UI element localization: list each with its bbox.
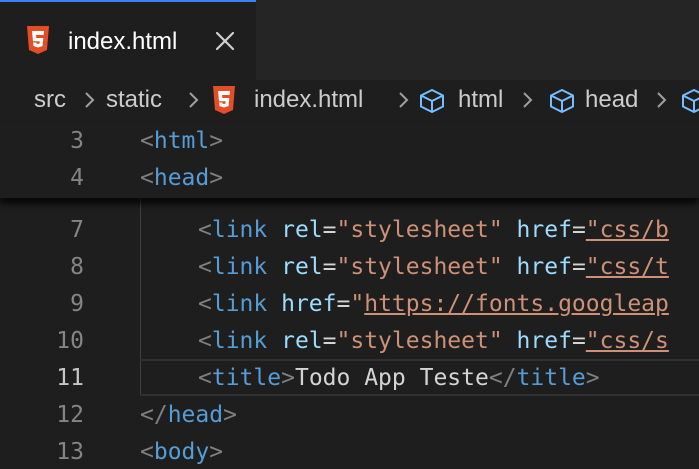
tag-bracket: < — [198, 254, 212, 280]
tag-bracket: </ — [488, 365, 517, 391]
tab-label: index.html — [68, 28, 178, 55]
tag-bracket: > — [585, 365, 600, 391]
tag-bracket: < — [198, 328, 212, 354]
tag-bracket: < — [140, 439, 154, 465]
html5-icon — [213, 86, 235, 114]
line-content: <link href="https://fonts.googleap — [198, 291, 669, 317]
line-content: <link rel="stylesheet" href="css/t — [198, 254, 669, 280]
link-url[interactable]: https://fonts.googleap — [364, 291, 669, 317]
chevron-right-icon — [189, 92, 199, 108]
line-number: 11 — [56, 365, 84, 391]
chevron-right-icon — [399, 92, 409, 108]
tag-bracket: > — [223, 402, 237, 428]
line-number: 3 — [70, 128, 84, 154]
tag-bracket: > — [209, 165, 224, 191]
line-content: <html> — [140, 126, 223, 156]
line-content: <title>Todo App Teste</title> — [198, 363, 600, 393]
breadcrumb-item-index-html[interactable]: index.html — [254, 86, 363, 114]
tag-bracket: > — [209, 439, 224, 465]
tag-bracket: > — [209, 128, 224, 154]
tag-name: link — [211, 217, 268, 243]
attr-value: " — [350, 291, 365, 317]
attr-name: rel — [281, 217, 323, 243]
tag-bracket: > — [281, 365, 295, 391]
code-line[interactable]: 10 <link rel="stylesheet" href="css/s — [0, 322, 699, 359]
line-content: <link rel="stylesheet" href="css/s — [198, 328, 669, 354]
line-number: 13 — [56, 439, 84, 465]
code-line[interactable]: 12 </head> — [0, 396, 699, 433]
tag-bracket: < — [198, 217, 212, 243]
tag-name: link — [211, 328, 268, 354]
attr-name: rel — [281, 328, 323, 354]
code-line-current[interactable]: 11 <title>Todo App Teste</title> — [0, 359, 699, 396]
tag-bracket: < — [140, 165, 154, 191]
tag-bracket: < — [198, 291, 212, 317]
close-icon[interactable] — [214, 30, 236, 52]
tag-name: head — [167, 402, 224, 428]
attr-value: "stylesheet" — [336, 328, 503, 354]
tag-name: link — [211, 254, 268, 280]
attr-value: "css/s — [585, 328, 669, 354]
attr-value: "css/t — [585, 254, 669, 280]
attr-value: "stylesheet" — [336, 254, 503, 280]
code-line[interactable]: 4 <head> — [0, 159, 699, 196]
editor-window: index.html src static index.html html he… — [0, 0, 699, 469]
code-line[interactable]: 9 <link href="https://fonts.googleap — [0, 285, 699, 322]
attr-name: rel — [281, 254, 323, 280]
tag-name: title — [211, 365, 282, 391]
cube-icon — [550, 89, 574, 113]
attr-name: href — [281, 291, 337, 317]
attr-value: "stylesheet" — [336, 217, 503, 243]
cube-icon — [682, 89, 699, 113]
tag-name: body — [153, 439, 210, 465]
code-line[interactable]: 13 <body> — [0, 433, 699, 469]
html5-icon — [27, 26, 49, 54]
chevron-right-icon — [85, 92, 95, 108]
line-content: <body> — [140, 437, 223, 467]
breadcrumb-item-src[interactable]: src — [34, 86, 66, 114]
attr-name: href — [516, 254, 572, 280]
tag-bracket: </ — [140, 402, 168, 428]
code-line[interactable]: 8 <link rel="stylesheet" href="css/t — [0, 248, 699, 285]
chevron-right-icon — [523, 92, 533, 108]
breadcrumb-item-head[interactable]: head — [585, 86, 638, 114]
code-editor[interactable]: 3 <html> 4 <head> 7 <link rel="styleshee… — [0, 122, 699, 469]
tag-name: title — [516, 365, 586, 391]
breadcrumb: src static index.html html head — [0, 80, 699, 122]
tag-name: head — [153, 165, 210, 191]
attr-value: "css/b — [585, 217, 669, 243]
line-content: </head> — [140, 400, 237, 430]
line-number: 9 — [70, 291, 84, 317]
tab-index-html[interactable]: index.html — [0, 0, 256, 80]
line-number: 12 — [56, 402, 84, 428]
attr-name: href — [516, 328, 572, 354]
breadcrumb-item-static[interactable]: static — [106, 86, 162, 114]
tag-bracket: < — [140, 128, 154, 154]
sticky-scroll[interactable]: 3 <html> 4 <head> — [0, 122, 699, 198]
line-content: <link rel="stylesheet" href="css/b — [198, 217, 669, 243]
tab-bar: index.html — [0, 0, 699, 80]
tag-bracket: < — [198, 365, 212, 391]
text-content: Todo App Teste — [294, 365, 489, 391]
cube-icon — [420, 89, 444, 113]
breadcrumb-item-html[interactable]: html — [458, 86, 503, 114]
tag-name: link — [211, 291, 268, 317]
tag-name: html — [153, 128, 210, 154]
line-number: 4 — [70, 165, 84, 191]
line-number: 10 — [56, 328, 84, 354]
code-line[interactable]: 3 <html> — [0, 122, 699, 159]
attr-name: href — [516, 217, 572, 243]
line-content: <head> — [140, 163, 223, 193]
chevron-right-icon — [657, 92, 667, 108]
